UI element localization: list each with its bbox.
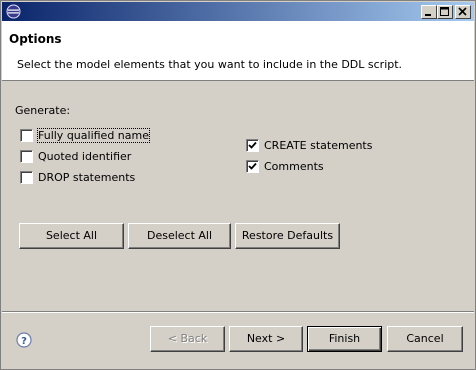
footer-separator	[2, 311, 474, 313]
page-title: Options	[9, 32, 62, 46]
minimize-button[interactable]	[421, 5, 437, 19]
page-description: Select the model elements that you want …	[17, 58, 403, 71]
eclipse-icon	[6, 4, 21, 19]
quoted-identifier-label[interactable]: Quoted identifier	[38, 150, 131, 163]
close-button[interactable]	[455, 5, 471, 19]
checkmark-icon	[248, 141, 257, 149]
ddl-options-dialog: Options Select the model elements that y…	[0, 0, 476, 370]
title-bar[interactable]	[2, 2, 474, 21]
restore-defaults-button[interactable]: Restore Defaults	[235, 223, 340, 249]
help-icon[interactable]: ?	[16, 332, 32, 348]
drop-statements-checkbox[interactable]	[20, 171, 33, 184]
drop-statements-label[interactable]: DROP statements	[38, 171, 135, 184]
quoted-identifier-checkbox[interactable]	[20, 150, 33, 163]
generate-label: Generate:	[15, 104, 71, 117]
comments-label[interactable]: Comments	[264, 160, 324, 173]
maximize-button[interactable]	[437, 5, 453, 19]
checkmark-icon	[248, 162, 257, 170]
comments-checkbox[interactable]	[246, 160, 259, 173]
fully-qualified-name-label[interactable]: Fully qualified name	[37, 128, 150, 143]
select-all-button[interactable]: Select All	[19, 223, 124, 249]
deselect-all-button[interactable]: Deselect All	[128, 223, 231, 249]
svg-text:?: ?	[21, 336, 27, 347]
close-icon	[458, 7, 467, 16]
maximize-icon	[440, 7, 449, 16]
wizard-header: Options Select the model elements that y…	[2, 21, 474, 81]
back-button[interactable]: < Back	[150, 326, 225, 352]
create-statements-checkbox[interactable]	[246, 139, 259, 152]
finish-button[interactable]: Finish	[307, 326, 382, 352]
cancel-button[interactable]: Cancel	[387, 326, 463, 352]
fully-qualified-name-checkbox[interactable]	[20, 129, 33, 142]
create-statements-label[interactable]: CREATE statements	[264, 139, 372, 152]
minimize-icon	[425, 14, 431, 16]
next-button[interactable]: Next >	[229, 326, 303, 352]
